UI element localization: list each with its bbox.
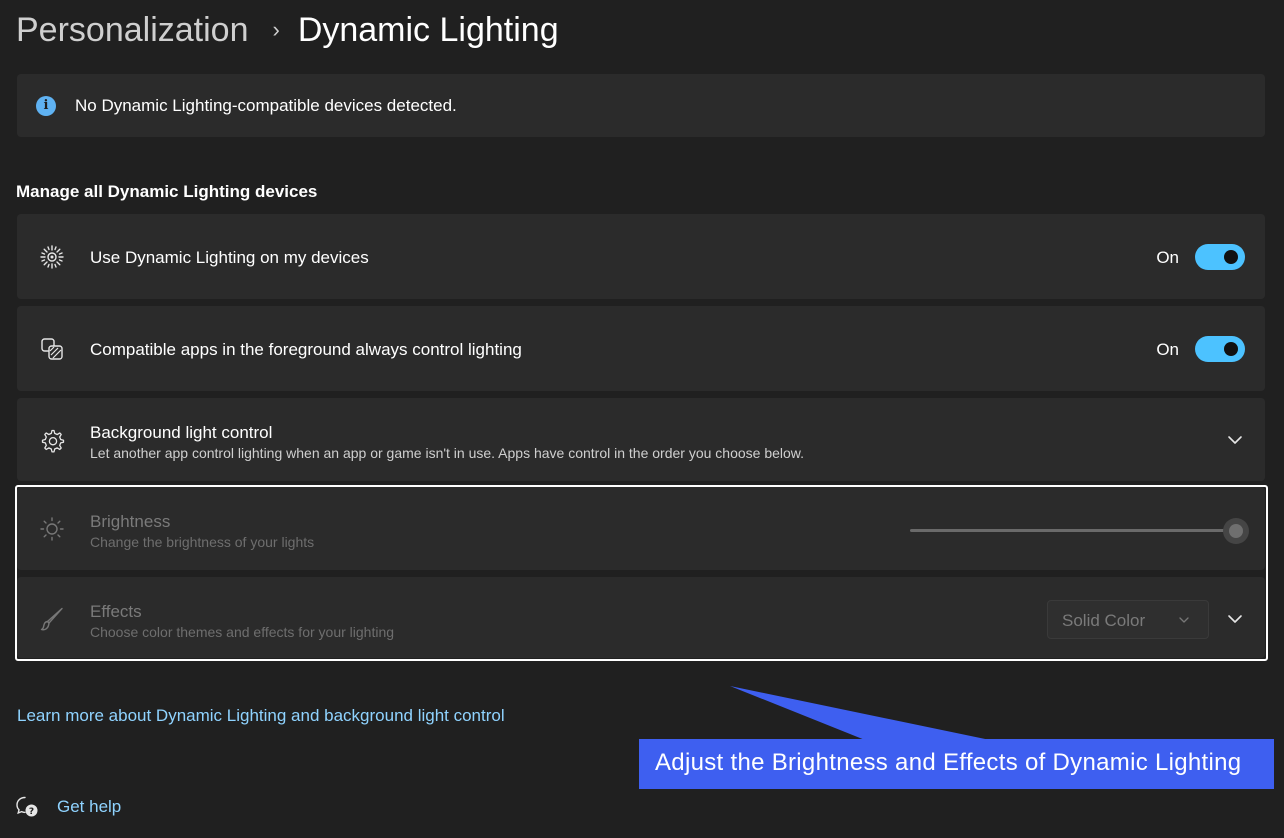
section-title: Manage all Dynamic Lighting devices xyxy=(16,182,318,201)
use-dynamic-lighting-row: Use Dynamic Lighting on my devices On xyxy=(17,214,1265,299)
foreground-apps-state: On xyxy=(1156,340,1179,359)
help-chat-icon[interactable]: ? xyxy=(15,795,39,819)
learn-more-link[interactable]: Learn more about Dynamic Lighting and ba… xyxy=(17,706,505,726)
toggle-knob xyxy=(1224,342,1238,356)
background-light-control-row[interactable]: Background light control Let another app… xyxy=(17,398,1265,481)
use-dynamic-lighting-label: Use Dynamic Lighting on my devices xyxy=(90,248,369,267)
info-bar: i No Dynamic Lighting-compatible devices… xyxy=(17,74,1265,137)
get-help-link[interactable]: Get help xyxy=(57,797,121,817)
highlight-box xyxy=(15,485,1268,661)
background-light-control-description: Let another app control lighting when an… xyxy=(90,445,805,461)
foreground-apps-row: Compatible apps in the foreground always… xyxy=(17,306,1265,391)
use-dynamic-lighting-toggle[interactable] xyxy=(1195,244,1245,270)
breadcrumb-separator: › xyxy=(272,17,280,42)
dynamic-lighting-icon xyxy=(40,245,64,269)
callout-text: Adjust the Brightness and Effects of Dyn… xyxy=(655,749,1242,776)
gear-icon xyxy=(41,429,65,453)
info-icon: i xyxy=(36,95,56,116)
svg-text:?: ? xyxy=(29,807,34,817)
breadcrumb-parent-link[interactable]: Personalization xyxy=(16,11,248,50)
chevron-down-icon[interactable] xyxy=(1227,432,1243,448)
callout-pointer xyxy=(730,686,990,740)
callout-box: Adjust the Brightness and Effects of Dyn… xyxy=(639,739,1274,789)
background-light-control-title: Background light control xyxy=(90,423,273,442)
toggle-knob xyxy=(1224,250,1238,264)
breadcrumb: Personalization › Dynamic Lighting xyxy=(16,8,559,52)
foreground-apps-toggle[interactable] xyxy=(1195,336,1245,362)
info-bar-text: No Dynamic Lighting-compatible devices d… xyxy=(75,95,457,115)
apps-layers-icon xyxy=(41,338,63,360)
use-dynamic-lighting-state: On xyxy=(1156,248,1179,267)
foreground-apps-label: Compatible apps in the foreground always… xyxy=(90,340,522,359)
page-title: Dynamic Lighting xyxy=(297,10,559,49)
